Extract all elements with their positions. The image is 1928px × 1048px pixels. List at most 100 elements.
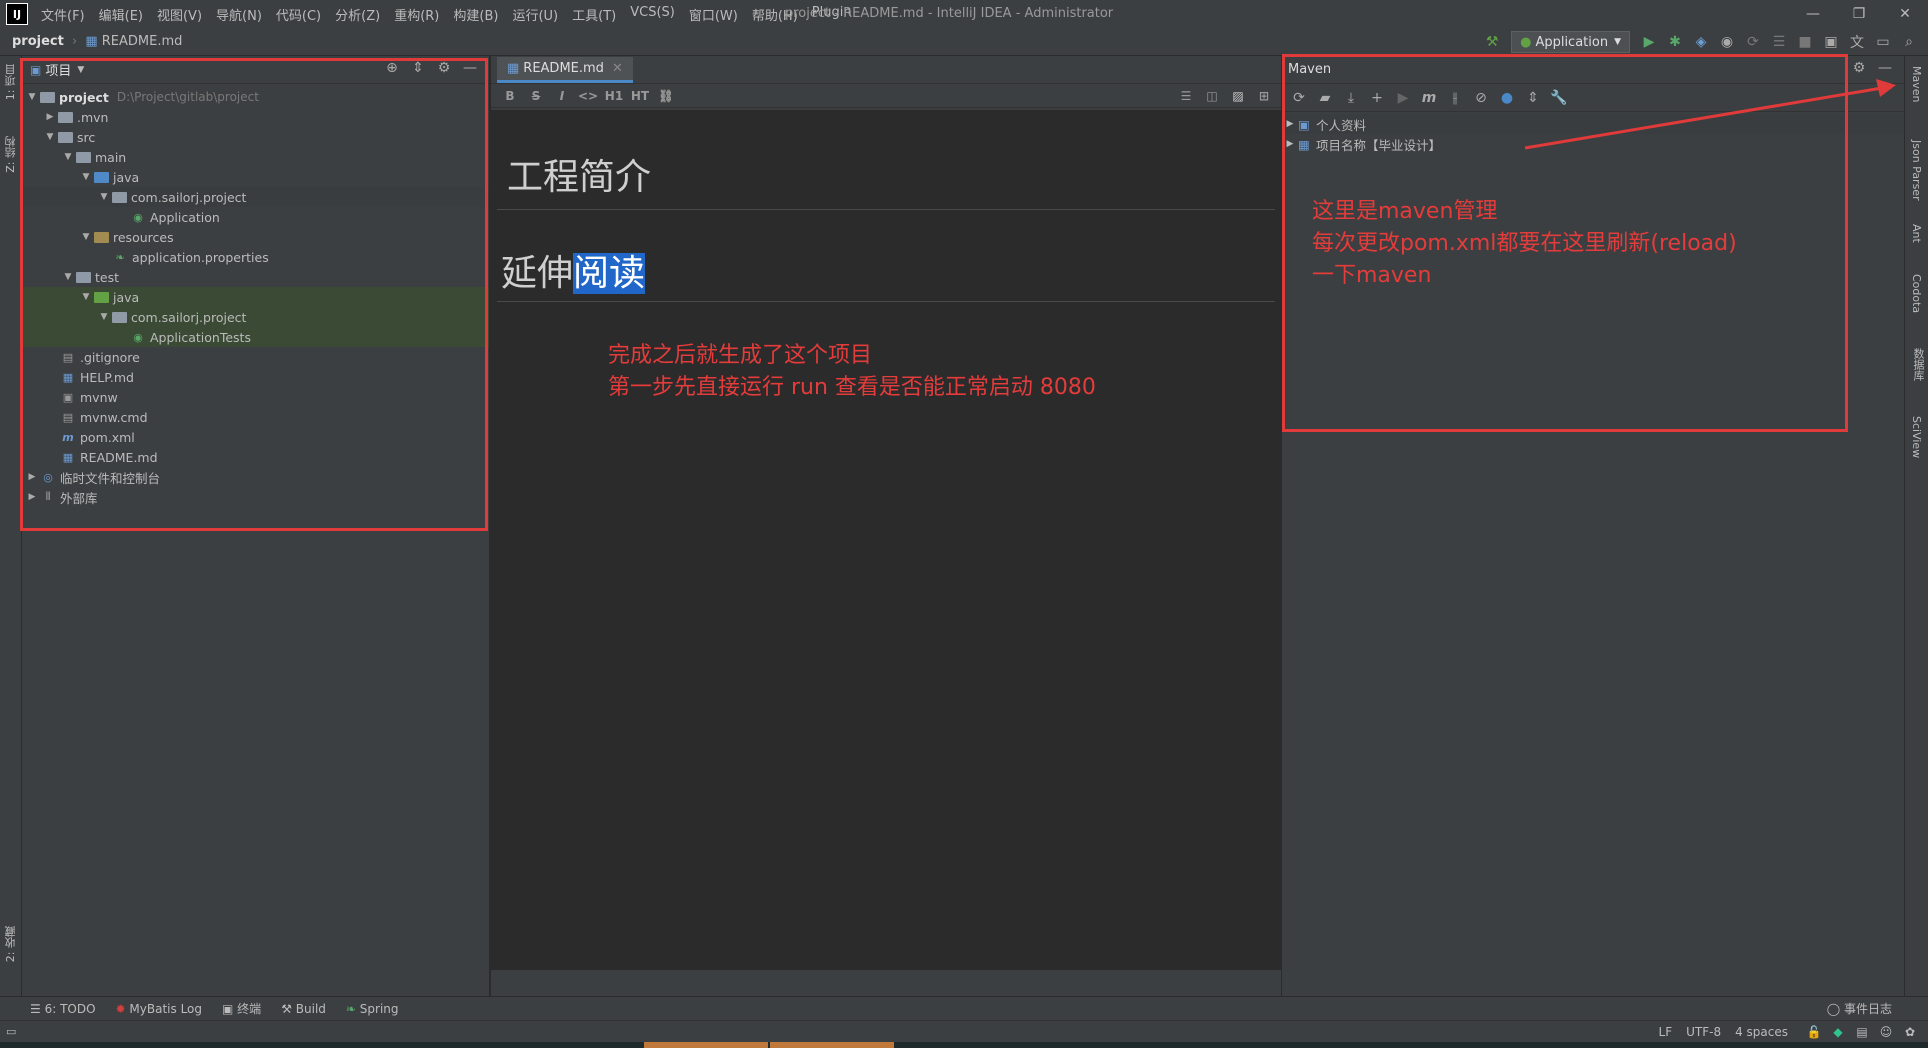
tree-item-readme-md[interactable]: ▦ README.md [22, 447, 489, 467]
header-type-button[interactable]: HT [627, 89, 653, 103]
gear-icon[interactable]: ⚙ [431, 60, 457, 76]
toggle-tool-windows-icon[interactable]: ▭ [6, 1025, 16, 1038]
close-icon[interactable]: ✕ [612, 61, 623, 76]
locate-icon[interactable]: ⊕ [379, 60, 405, 76]
codota-icon[interactable]: ◆ [1826, 1025, 1850, 1039]
tree-item-mvnw[interactable]: ▣ mvnw [22, 387, 489, 407]
stop-icon[interactable]: ■ [1792, 34, 1818, 50]
translate-icon[interactable]: 文 [1844, 32, 1870, 52]
tree-item-main-java[interactable]: ▼ java [22, 167, 489, 187]
expanded-arrow-icon[interactable]: ▼ [78, 292, 94, 302]
download-icon[interactable]: ⤓ [1338, 90, 1364, 106]
tool-tab-sciview[interactable]: SciView [1910, 416, 1923, 458]
tool-tab-todo[interactable]: ☰ 6: TODO [30, 1002, 96, 1016]
expanded-arrow-icon[interactable]: ▼ [42, 132, 58, 142]
tool-tab-favorites[interactable]: 2: 收藏 [3, 926, 19, 962]
show-dependencies-icon[interactable]: ● [1494, 90, 1520, 106]
tool-tab-json-parser[interactable]: Json Parser [1910, 140, 1923, 201]
editor-scrollbar-area[interactable] [491, 970, 1281, 996]
run-icon[interactable]: ▶ [1390, 90, 1416, 106]
preview-only-icon[interactable]: ▨ [1225, 89, 1251, 103]
strikethrough-button[interactable]: S [523, 89, 549, 103]
tool-tab-terminal[interactable]: ▣ 终端 [222, 1000, 261, 1017]
split-view-icon[interactable]: ◫ [1199, 89, 1225, 103]
editor-only-icon[interactable]: ☰ [1173, 89, 1199, 103]
code-button[interactable]: <> [575, 89, 601, 103]
tree-item-external-libraries[interactable]: ▶ ⫴ 外部库 [22, 487, 489, 507]
run-icon[interactable]: ▶ [1636, 34, 1662, 50]
project-panel-title[interactable]: 项目 [45, 60, 71, 79]
run-config-selector[interactable]: ● Application ▼ [1511, 31, 1630, 53]
menu-build[interactable]: 构建(B) [446, 5, 505, 24]
menu-navigate[interactable]: 导航(N) [209, 5, 269, 24]
expanded-arrow-icon[interactable]: ▼ [24, 92, 40, 102]
reload-icon[interactable]: ⟳ [1286, 90, 1312, 106]
menu-analyze[interactable]: 分析(Z) [328, 5, 387, 24]
add-icon[interactable]: + [1364, 90, 1390, 106]
skip-tests-icon[interactable]: ⊘ [1468, 90, 1494, 106]
attach-icon[interactable]: ⟳ [1740, 34, 1766, 50]
collapsed-arrow-icon[interactable]: ▶ [42, 112, 58, 122]
lock-icon[interactable]: 🔓 [1802, 1025, 1826, 1039]
menu-edit[interactable]: 编辑(E) [92, 5, 150, 24]
generate-sources-icon[interactable]: ▰ [1312, 90, 1338, 106]
expanded-arrow-icon[interactable]: ▼ [96, 192, 112, 202]
tasks-icon[interactable]: ☰ [1766, 34, 1792, 50]
collapsed-arrow-icon[interactable]: ▶ [1282, 139, 1298, 149]
bold-button[interactable]: B [497, 89, 523, 103]
breadcrumb-file[interactable]: README.md [102, 34, 183, 49]
tree-item-src[interactable]: ▼ src [22, 127, 489, 147]
tool-tab-build[interactable]: ⚒ Build [281, 1002, 326, 1016]
indent-indicator[interactable]: 4 spaces [1735, 1025, 1788, 1039]
memory-icon[interactable]: ▤ [1850, 1025, 1874, 1039]
tree-item-help-md[interactable]: ▦ HELP.md [22, 367, 489, 387]
tree-item-application-tests[interactable]: ◉ ApplicationTests [22, 327, 489, 347]
tree-item-resources[interactable]: ▼ resources [22, 227, 489, 247]
expanded-arrow-icon[interactable]: ▼ [78, 172, 94, 182]
maven-goal-icon[interactable]: m [1416, 90, 1442, 106]
tool-tab-ant[interactable]: Ant [1910, 224, 1923, 243]
debug-icon[interactable]: ✱ [1662, 34, 1688, 50]
menu-code[interactable]: 代码(C) [269, 5, 328, 24]
toggle-offline-icon[interactable]: ⫲ [1442, 90, 1468, 106]
encoding-indicator[interactable]: UTF-8 [1686, 1025, 1721, 1039]
expanded-arrow-icon[interactable]: ▼ [60, 152, 76, 162]
notification-icon[interactable]: ✿ [1898, 1025, 1922, 1039]
restore-icon[interactable]: ❐ [1836, 0, 1882, 28]
tool-tab-structure[interactable]: Z: 结构 [3, 136, 19, 173]
inspector-icon[interactable]: ☺ [1874, 1025, 1898, 1039]
line-separator-indicator[interactable]: LF [1659, 1025, 1673, 1039]
tree-item-project[interactable]: ▼ project D:\Project\gitlab\project [22, 87, 489, 107]
close-icon[interactable]: ✕ [1882, 0, 1928, 28]
tool-tab-database[interactable]: 数据库 [1910, 348, 1926, 381]
expanded-arrow-icon[interactable]: ▼ [78, 232, 94, 242]
tool-tab-spring[interactable]: ❧ Spring [346, 1002, 399, 1016]
tool-tab-mybatis-log[interactable]: ✹ MyBatis Log [116, 1002, 202, 1016]
tree-item-main[interactable]: ▼ main [22, 147, 489, 167]
tool-tab-codota[interactable]: Codota [1910, 274, 1923, 313]
tool-tab-maven[interactable]: Maven [1910, 66, 1923, 102]
collapsed-arrow-icon[interactable]: ▶ [24, 472, 40, 482]
tab-readme-md[interactable]: ▦ README.md ✕ [497, 57, 633, 83]
build-hammer-icon[interactable]: ⚒ [1479, 34, 1505, 50]
italic-button[interactable]: I [549, 89, 575, 103]
link-button[interactable]: ⛓ [653, 89, 679, 103]
tree-item-test-package[interactable]: ▼ com.sailorj.project [22, 307, 489, 327]
tool-tab-project[interactable]: 1: 项目 [3, 64, 19, 100]
gear-icon[interactable]: ⚙ [1846, 60, 1872, 76]
menu-view[interactable]: 视图(V) [150, 5, 209, 24]
tree-item-gitignore[interactable]: ▤ .gitignore [22, 347, 489, 367]
menu-file[interactable]: 文件(F) [34, 5, 92, 24]
menu-run[interactable]: 运行(U) [505, 5, 565, 24]
menu-refactor[interactable]: 重构(R) [387, 5, 446, 24]
minimize-icon[interactable]: — [1790, 0, 1836, 28]
menu-tools[interactable]: 工具(T) [565, 5, 623, 24]
hide-icon[interactable]: — [1872, 60, 1898, 76]
tree-item-main-package[interactable]: ▼ com.sailorj.project [22, 187, 489, 207]
profile-icon[interactable]: ◉ [1714, 34, 1740, 50]
breadcrumb-project[interactable]: project [12, 34, 64, 49]
header-button[interactable]: H1 [601, 89, 627, 103]
menu-vcs[interactable]: VCS(S) [623, 5, 682, 24]
expanded-arrow-icon[interactable]: ▼ [96, 312, 112, 322]
tree-item-application[interactable]: ◉ Application [22, 207, 489, 227]
